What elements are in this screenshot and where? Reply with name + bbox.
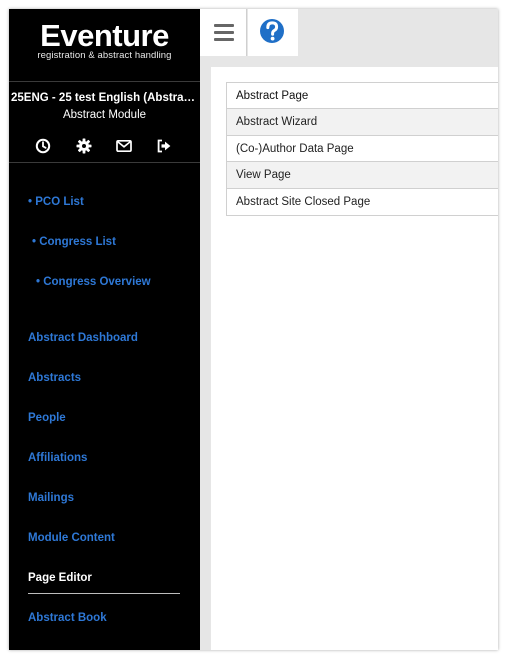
nav-abstracts[interactable]: Abstracts — [28, 372, 81, 384]
hamburger-icon — [214, 24, 234, 41]
sidebar-icon-row — [9, 137, 200, 155]
app-window: Eventure registration & abstract handlin… — [9, 9, 498, 650]
page-list: Abstract Page Abstract Wizard (Co-)Autho… — [226, 82, 498, 216]
nav-abstract-book[interactable]: Abstract Book — [28, 612, 107, 624]
nav-mailings[interactable]: Mailings — [28, 492, 74, 504]
page-list-header: Abstract Page — [227, 83, 498, 110]
menu-toggle-button[interactable] — [200, 9, 247, 56]
page-item-co-author-data-page[interactable]: (Co-)Author Data Page — [227, 136, 498, 163]
logout-icon[interactable] — [155, 137, 173, 155]
content-panel: Abstract Page Abstract Wizard (Co-)Autho… — [211, 67, 498, 650]
history-icon[interactable] — [34, 137, 52, 155]
page-item-abstract-site-closed-page[interactable]: Abstract Site Closed Page — [227, 189, 498, 215]
help-icon — [260, 19, 284, 43]
nav-abstract-dashboard[interactable]: Abstract Dashboard — [28, 332, 138, 344]
logo-subtitle: registration & abstract handling — [37, 50, 172, 61]
page-item-abstract-wizard[interactable]: Abstract Wizard — [227, 109, 498, 136]
sidebar-divider — [9, 81, 200, 82]
nav-congress-overview[interactable]: • Congress Overview — [36, 276, 151, 288]
sidebar-divider — [9, 162, 200, 163]
logo[interactable]: Eventure registration & abstract handlin… — [9, 18, 200, 61]
nav-module-content[interactable]: Module Content — [28, 532, 115, 544]
help-button[interactable] — [248, 9, 298, 56]
nav-people[interactable]: People — [28, 412, 66, 424]
logo-title: Eventure — [40, 18, 169, 53]
nav-congress-list[interactable]: • Congress List — [32, 236, 116, 248]
nav-affiliations[interactable]: Affiliations — [28, 452, 87, 464]
nav-page-editor[interactable]: Page Editor — [28, 572, 92, 584]
nav-pco-list[interactable]: • PCO List — [28, 196, 84, 208]
sidebar: Eventure registration & abstract handlin… — [9, 9, 200, 650]
module-name: Abstract Module — [62, 109, 147, 121]
envelope-icon[interactable] — [115, 137, 133, 155]
page-item-view-page[interactable]: View Page — [227, 162, 498, 189]
active-item-underline — [28, 593, 180, 594]
congress-name: 25ENG - 25 test English (Abstracts... — [11, 92, 200, 104]
gear-icon[interactable] — [75, 137, 93, 155]
